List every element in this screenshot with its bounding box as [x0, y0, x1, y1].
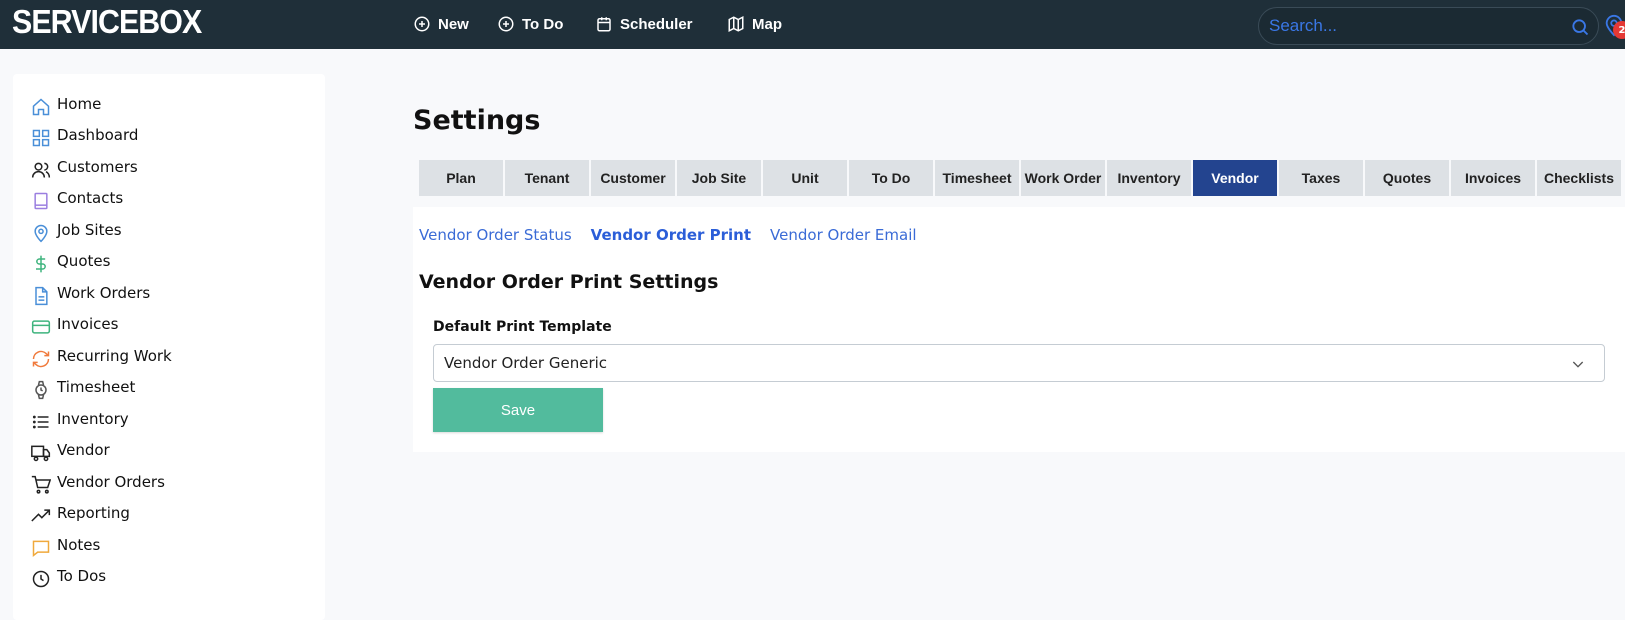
- notification-badge: 2: [1613, 21, 1625, 39]
- default-print-template-label: Default Print Template: [433, 319, 612, 335]
- nav-scheduler[interactable]: Scheduler: [595, 12, 693, 36]
- page-title: Settings: [413, 105, 541, 136]
- truck-icon: [30, 442, 52, 464]
- select-value: Vendor Order Generic: [444, 354, 608, 372]
- sidebar-item-dashboard[interactable]: Dashboard: [30, 122, 138, 148]
- tab-unit[interactable]: Unit: [763, 160, 847, 196]
- tab-invoices[interactable]: Invoices: [1451, 160, 1535, 196]
- sidebar-item-label: Recurring Work: [57, 347, 172, 365]
- tab-customer[interactable]: Customer: [591, 160, 675, 196]
- message-icon: [30, 537, 52, 559]
- dollar-icon: [30, 253, 52, 275]
- sidebar-item-invoices[interactable]: Invoices: [30, 311, 118, 337]
- refresh-icon: [30, 348, 52, 370]
- sidebar-item-label: Reporting: [57, 504, 130, 522]
- app-logo[interactable]: SERVICEBOX: [12, 3, 202, 41]
- tab-checklists[interactable]: Checklists: [1537, 160, 1621, 196]
- sidebar-item-timesheet[interactable]: Timesheet: [30, 374, 135, 400]
- sidebar-item-notes[interactable]: Notes: [30, 532, 100, 558]
- default-print-template-select[interactable]: Vendor Order Generic: [433, 344, 1605, 382]
- sidebar-item-label: Invoices: [57, 315, 119, 333]
- nav-new-label: New: [438, 15, 469, 33]
- credit-card-icon: [30, 316, 52, 338]
- tab-quotes[interactable]: Quotes: [1365, 160, 1449, 196]
- nav-todo-label: To Do: [522, 15, 564, 33]
- users-icon: [30, 159, 52, 181]
- nav-scheduler-label: Scheduler: [620, 15, 693, 33]
- tab-job-site[interactable]: Job Site: [677, 160, 761, 196]
- tab-tenant[interactable]: Tenant: [505, 160, 589, 196]
- sidebar-item-label: Vendor Orders: [57, 473, 165, 491]
- sidebar-item-label: Timesheet: [57, 378, 136, 396]
- tab-vendor[interactable]: Vendor: [1193, 160, 1277, 196]
- vendor-subtabs: Vendor Order Status Vendor Order Print V…: [419, 226, 917, 244]
- nav-todo[interactable]: To Do: [497, 12, 563, 36]
- subtab-vendor-order-print[interactable]: Vendor Order Print: [591, 226, 751, 244]
- tab-inventory[interactable]: Inventory: [1107, 160, 1191, 196]
- section-title: Vendor Order Print Settings: [419, 271, 719, 293]
- sidebar-item-label: Vendor: [57, 441, 110, 459]
- save-button[interactable]: Save: [433, 388, 603, 432]
- tab-taxes[interactable]: Taxes: [1279, 160, 1363, 196]
- sidebar-item-label: Quotes: [57, 252, 111, 270]
- sidebar-item-label: Job Sites: [57, 221, 122, 239]
- tab-to-do[interactable]: To Do: [849, 160, 933, 196]
- clock-icon: [30, 568, 52, 590]
- sidebar-item-reporting[interactable]: Reporting: [30, 500, 130, 526]
- sidebar-item-label: Inventory: [57, 410, 129, 428]
- sidebar-item-to-dos[interactable]: To Dos: [30, 563, 106, 589]
- plus-circle-icon: [498, 16, 514, 32]
- nav-map-label: Map: [752, 15, 782, 33]
- sidebar-item-label: To Dos: [57, 567, 107, 585]
- search-input[interactable]: [1259, 8, 1598, 44]
- trending-up-icon: [30, 505, 52, 527]
- subtab-vendor-order-email[interactable]: Vendor Order Email: [770, 226, 916, 244]
- sidebar-item-vendor[interactable]: Vendor: [30, 437, 110, 463]
- sidebar-item-quotes[interactable]: Quotes: [30, 248, 110, 274]
- search-box: [1258, 7, 1599, 45]
- sidebar-item-recurring-work[interactable]: Recurring Work: [30, 343, 172, 369]
- nav-new[interactable]: New: [413, 12, 469, 36]
- cart-icon: [30, 474, 52, 496]
- file-icon: [30, 285, 52, 307]
- sidebar-item-customers[interactable]: Customers: [30, 154, 138, 180]
- chevron-down-icon: [1572, 361, 1584, 368]
- sidebar-item-job-sites[interactable]: Job Sites: [30, 217, 122, 243]
- tab-work-order[interactable]: Work Order: [1021, 160, 1105, 196]
- sidebar-item-label: Contacts: [57, 189, 124, 207]
- tab-timesheet[interactable]: Timesheet: [935, 160, 1019, 196]
- tab-plan[interactable]: Plan: [419, 160, 503, 196]
- map-pin-icon: [30, 222, 52, 244]
- plus-circle-icon: [414, 16, 430, 32]
- watch-icon: [30, 379, 52, 401]
- sidebar-item-label: Customers: [57, 158, 138, 176]
- sidebar-item-label: Dashboard: [57, 126, 139, 144]
- grid-icon: [30, 127, 52, 149]
- search-icon[interactable]: [1570, 17, 1590, 37]
- nav-map[interactable]: Map: [727, 12, 782, 36]
- vendor-settings-panel: Vendor Order Status Vendor Order Print V…: [413, 207, 1625, 452]
- subtab-vendor-order-status[interactable]: Vendor Order Status: [419, 226, 572, 244]
- sidebar-item-label: Home: [57, 95, 102, 113]
- calendar-icon: [597, 17, 611, 32]
- map-icon: [728, 16, 744, 32]
- sidebar-item-inventory[interactable]: Inventory: [30, 406, 129, 432]
- top-bar: SERVICEBOX New To Do Scheduler Map 2: [0, 0, 1625, 49]
- sidebar-item-home[interactable]: Home: [30, 91, 101, 117]
- book-icon: [30, 190, 52, 212]
- sidebar-item-label: Notes: [57, 536, 101, 554]
- list-icon: [30, 411, 52, 433]
- home-icon: [30, 96, 52, 118]
- sidebar-item-label: Work Orders: [57, 284, 151, 302]
- settings-tabs: Plan Tenant Customer Job Site Unit To Do…: [419, 160, 1621, 197]
- sidebar-item-contacts[interactable]: Contacts: [30, 185, 123, 211]
- sidebar-item-work-orders[interactable]: Work Orders: [30, 280, 150, 306]
- sidebar-item-vendor-orders[interactable]: Vendor Orders: [30, 469, 165, 495]
- sidebar: Home Dashboard Customers Contacts Job Si…: [13, 74, 325, 620]
